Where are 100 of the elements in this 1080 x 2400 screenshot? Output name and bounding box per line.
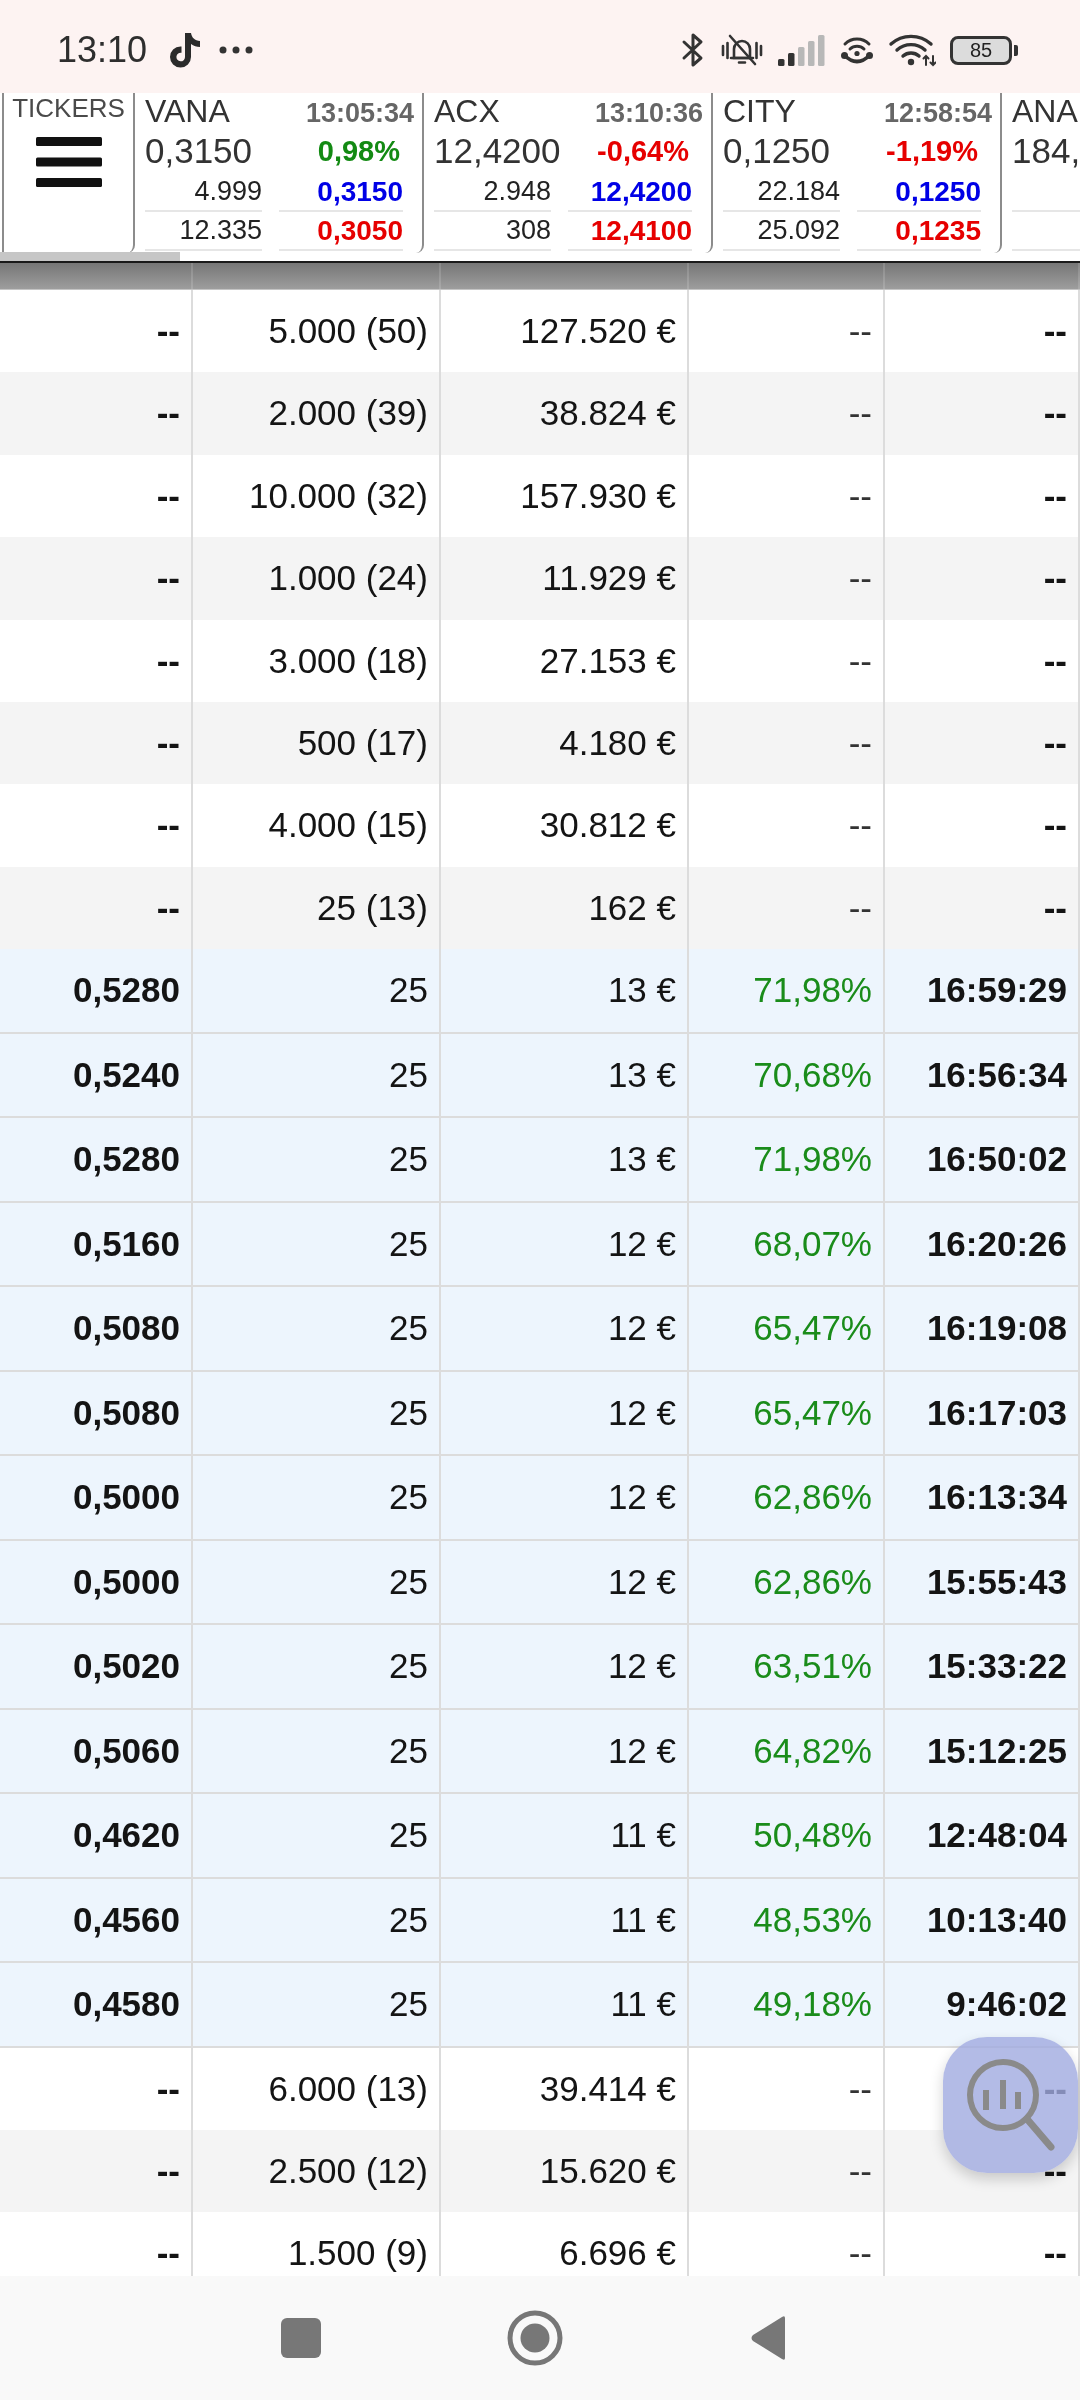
ticker-volume: 2.948 <box>483 176 551 207</box>
table-cell: 13 € <box>441 1033 689 1117</box>
ticker-price: 0,1250 <box>723 130 831 171</box>
bell-off-icon <box>720 33 764 67</box>
ticker-volume: 4.999 <box>194 176 262 207</box>
ticker-time: 13:10:36 <box>594 98 703 128</box>
table-cell: 16:19:08 <box>885 1287 1080 1370</box>
table-cell: 0,5000 <box>0 1540 193 1624</box>
table-cell: 71,98% <box>689 949 885 1032</box>
table-cell: 0,5240 <box>0 1033 193 1117</box>
table-cell: 25 <box>193 1371 441 1455</box>
ticker-symbol[interactable]: VANA <box>145 94 230 128</box>
table-cell: 12 € <box>441 1709 689 1793</box>
table-cell: 12 € <box>441 1287 689 1370</box>
table-cell: 25 <box>193 1540 441 1624</box>
ticker-price: 12,4200 <box>434 130 561 171</box>
ticker-quote: 12,4200 <box>590 175 692 208</box>
table-cell: 10:13:40 <box>885 1878 1080 1962</box>
ticker-quote: 0,3050 <box>317 214 403 247</box>
ticker-quote: 12,4100 <box>590 214 692 247</box>
more-dots-icon <box>219 46 254 54</box>
table-cell: 0,5280 <box>0 1118 193 1201</box>
table-cell: 12 € <box>441 1456 689 1539</box>
table-cell: 12 € <box>441 1202 689 1286</box>
table-cell: 25 <box>193 1625 441 1708</box>
status-time: 13:10 <box>57 30 148 70</box>
table-cell: 11 € <box>441 1963 689 2046</box>
table-cell: 11 € <box>441 1794 689 1877</box>
table-cell: 25 <box>193 1794 441 1877</box>
ticker-quote: 0,1250 <box>895 175 981 208</box>
table-cell: 16:17:03 <box>885 1371 1080 1455</box>
table-cell: 15:12:25 <box>885 1709 1080 1793</box>
table-cell: 64,82% <box>689 1709 885 1793</box>
back-triangle-icon[interactable] <box>750 2315 788 2361</box>
table-cell: 65,47% <box>689 1287 885 1370</box>
table-cell: 12 € <box>441 1625 689 1708</box>
ticker-volume: 22.184 <box>757 176 840 207</box>
table-cell: 13 € <box>441 1118 689 1201</box>
table-cell: 0,4560 <box>0 1878 193 1962</box>
table-cell: 0,4620 <box>0 1794 193 1877</box>
ticker-time: 12:58:54 <box>883 98 992 128</box>
wifi-icon <box>888 33 936 67</box>
menu-icon[interactable] <box>35 137 102 187</box>
table-cell: 50,48% <box>689 1794 885 1877</box>
table-cell: 70,68% <box>689 1033 885 1117</box>
table-cell: 0,5080 <box>0 1287 193 1370</box>
table-cell: 16:13:34 <box>885 1456 1080 1539</box>
ticker-symbol[interactable]: ACX <box>434 94 500 128</box>
table-cell: 25 <box>193 1033 441 1117</box>
music-note-icon <box>168 32 203 68</box>
table-cell: 15:55:43 <box>885 1540 1080 1624</box>
table-cell: 11 € <box>441 1878 689 1962</box>
table-cell: 68,07% <box>689 1202 885 1286</box>
signal-bars-icon <box>778 34 826 66</box>
ticker-change: -1,19% <box>886 133 978 168</box>
home-circle-icon[interactable] <box>507 2310 563 2366</box>
tickers-label: TICKERS <box>12 93 125 123</box>
ticker-quote: 0,1235 <box>895 214 981 247</box>
ticker-price: 184, <box>1012 130 1080 171</box>
table-cell: 49,18% <box>689 1963 885 2046</box>
ticker-quote: 0,3150 <box>317 175 403 208</box>
chart-search-button[interactable] <box>943 2037 1078 2173</box>
table-cell: 25 <box>193 1878 441 1962</box>
table-cell: 0,5060 <box>0 1709 193 1793</box>
ticker-volume: 12.335 <box>179 215 262 246</box>
table-cell: 62,86% <box>689 1456 885 1539</box>
table-cell: 16:50:02 <box>885 1118 1080 1201</box>
ticker-time: 13:05:34 <box>305 98 414 128</box>
table-cell: 0,5160 <box>0 1202 193 1286</box>
table-cell: 16:20:26 <box>885 1202 1080 1286</box>
table-cell: 65,47% <box>689 1371 885 1455</box>
table-cell: 62,86% <box>689 1540 885 1624</box>
table-cell: 25 <box>193 1709 441 1793</box>
table-cell: 0,5020 <box>0 1625 193 1708</box>
table-cell: 71,98% <box>689 1118 885 1201</box>
table-cell: 0,4580 <box>0 1963 193 2046</box>
table-cell: 25 <box>193 949 441 1032</box>
table-cell: 63,51% <box>689 1625 885 1708</box>
table-cell: 25 <box>193 1202 441 1286</box>
table-cell: 15:33:22 <box>885 1625 1080 1708</box>
battery-indicator: 85 <box>950 35 1018 65</box>
table-cell: 25 <box>193 1963 441 2046</box>
table-cell: 13 € <box>441 949 689 1032</box>
table-cell: 12 € <box>441 1540 689 1624</box>
ticker-change: -0,64% <box>597 133 689 168</box>
table-cell: 25 <box>193 1287 441 1370</box>
table-cell: 48,53% <box>689 1878 885 1962</box>
table-cell: 25 <box>193 1456 441 1539</box>
table-cell: 0,5280 <box>0 949 193 1032</box>
ticker-change: 0,98% <box>317 133 400 168</box>
table-cell: 25 <box>193 1118 441 1201</box>
table-cell: 12 € <box>441 1371 689 1455</box>
ticker-price: 0,3150 <box>145 130 253 171</box>
table-cell: 16:59:29 <box>885 949 1080 1032</box>
ticker-symbol[interactable]: ANA <box>1012 94 1078 128</box>
ticker-symbol[interactable]: CITY <box>723 94 796 128</box>
ticker-volume: 308 <box>505 215 551 246</box>
table-cell: 12:48:04 <box>885 1794 1080 1877</box>
ticker-volume: 25.092 <box>757 215 840 246</box>
table-cell: 0,5000 <box>0 1456 193 1539</box>
